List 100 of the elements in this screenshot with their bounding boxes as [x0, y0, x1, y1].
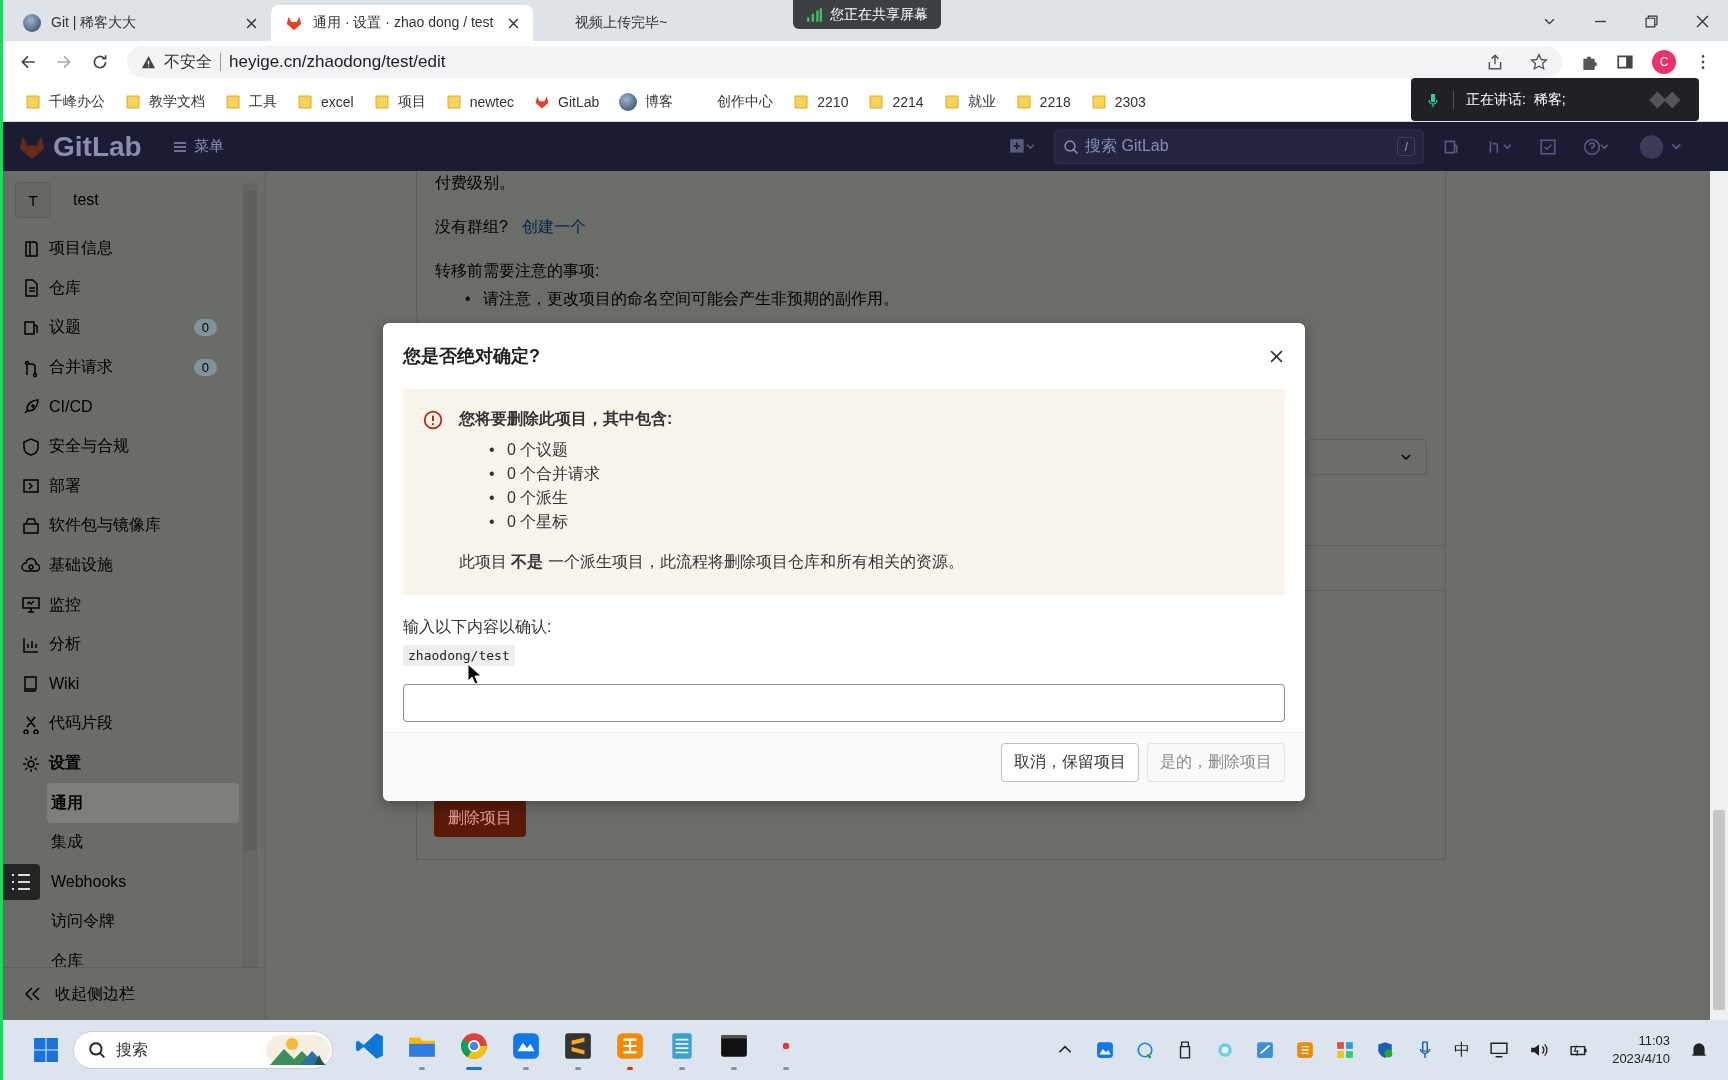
close-icon[interactable] [1270, 349, 1283, 363]
folder-icon [793, 94, 810, 110]
share-icon[interactable] [1486, 53, 1504, 71]
sidebar-item[interactable]: 安全与合规 [11, 426, 239, 467]
todo-icon[interactable] [1539, 137, 1557, 156]
bookmark[interactable]: 工具 [217, 89, 285, 115]
list-toggle-icon[interactable] [3, 864, 40, 900]
bookmark[interactable]: 博客 [611, 89, 682, 115]
sidebar-subitem[interactable]: 通用 [47, 783, 239, 823]
url-text: heyige.cn/zhaodong/test/edit [229, 52, 446, 72]
bookmark[interactable]: 就业 [935, 89, 1004, 115]
sidebar-item[interactable]: 仓库 [11, 268, 239, 309]
search-field[interactable]: 搜索 GitLab / [1054, 129, 1424, 164]
bullet: • [489, 440, 496, 460]
no-group-text: 没有群组? [435, 217, 508, 237]
folder-icon [225, 94, 241, 110]
confirm-input[interactable] [403, 684, 1285, 722]
input-method-indicator[interactable]: 中 [1448, 1039, 1477, 1061]
issue-icon [21, 318, 41, 338]
folder-icon [1015, 94, 1032, 110]
bullet: • [489, 488, 496, 508]
content-count: 0 个合并请求 [507, 464, 601, 484]
sidebar-item[interactable]: CI/CD [11, 387, 239, 427]
browser-tab[interactable]: 通用 · 设置 · zhao dong / test [271, 5, 533, 41]
plus-dropdown-icon[interactable] [1009, 137, 1036, 156]
search-icon [1063, 138, 1079, 155]
bullet: • [465, 289, 472, 309]
taskbar-search[interactable]: 搜索 [73, 1031, 333, 1069]
gitlab-logo[interactable]: GitLab [17, 130, 142, 163]
folder-icon [25, 94, 41, 110]
bullet: • [489, 464, 496, 484]
browser-icon[interactable] [459, 1030, 489, 1061]
folder-icon [297, 94, 313, 110]
bookmark[interactable]: excel [289, 90, 362, 114]
sidebar-item[interactable]: 基础设施 [11, 545, 239, 586]
sidebar-item[interactable]: 设置 [11, 743, 239, 784]
sidebar-item[interactable]: 部署 [11, 466, 239, 507]
code-editor-icon[interactable] [355, 1030, 385, 1061]
fox-icon [285, 14, 303, 32]
folder-icon [868, 94, 885, 110]
security-label: 不安全 [164, 51, 212, 72]
folder-icon [373, 94, 390, 110]
bookmark[interactable]: 2214 [860, 90, 932, 114]
bookmark[interactable]: 教学文档 [117, 89, 213, 115]
sidebar-item[interactable]: 合并请求 0 [11, 347, 239, 388]
shield-icon [21, 436, 41, 457]
close-icon[interactable] [246, 17, 257, 29]
sidebar-subitem[interactable]: 集成 [47, 822, 239, 863]
menu-button[interactable]: 菜单 [171, 137, 224, 156]
sidebar-subitem[interactable]: 访问令牌 [47, 902, 239, 942]
sidebar-item[interactable]: Wiki [11, 664, 239, 705]
settings-icon [21, 753, 41, 774]
monitor-icon [21, 595, 41, 616]
content-count: 0 个派生 [507, 488, 569, 508]
sidebar-item[interactable]: 议题 0 [11, 308, 239, 348]
address-bar[interactable]: 不安全 heyige.cn/zhaodong/test/edit [127, 46, 1562, 78]
package-icon [21, 515, 41, 536]
notes-app-icon[interactable] [615, 1030, 645, 1061]
bookmark[interactable]: 创作中心 [685, 89, 782, 115]
restore-icon[interactable] [1645, 15, 1658, 28]
browser-tab[interactable]: Git | 稀客大大 [9, 5, 271, 41]
delete-project-button[interactable]: 删除项目 [434, 800, 526, 837]
bookmark[interactable]: 2218 [1007, 90, 1079, 114]
bookmark[interactable]: 项目 [365, 89, 434, 115]
close-icon[interactable] [508, 17, 519, 29]
content-count: 0 个议题 [507, 440, 569, 460]
sidebar-item[interactable]: 软件包与镜像库 [11, 506, 239, 546]
bookmark[interactable]: 千峰办公 [17, 89, 113, 115]
bookmark[interactable]: GitLab [526, 90, 608, 114]
sidebar-item[interactable]: 项目信息 [11, 229, 239, 269]
alert-icon [423, 410, 443, 430]
editor-app-icon[interactable] [563, 1030, 593, 1061]
sidebar-item[interactable]: 监控 [11, 585, 239, 625]
mouse-cursor-icon [467, 663, 481, 685]
count-badge: 0 [193, 359, 217, 377]
bookmark[interactable]: 2210 [785, 90, 857, 114]
project-avatar: T [15, 182, 51, 218]
browser-tab[interactable]: 视频上传完毕~ [533, 5, 753, 41]
sidebar-item[interactable]: 代码片段 [11, 704, 239, 744]
project-name[interactable]: test [73, 191, 99, 209]
confirm-label: 输入以下内容以确认: [403, 617, 553, 637]
cancel-button[interactable]: 取消，保留项目 [1001, 743, 1139, 782]
folder-icon [1090, 94, 1107, 110]
scrollbar[interactable] [1710, 171, 1728, 1020]
count-badge: 0 [193, 319, 217, 337]
alert-heading: 您将要删除此项目，其中包含: [459, 409, 674, 429]
speaking-text: 正在讲话: 稀客; [1453, 90, 1635, 109]
profile-avatar[interactable]: C [1652, 50, 1676, 74]
bookmark[interactable]: newtec [437, 90, 523, 114]
sidebar-subitem[interactable]: Webhooks [47, 862, 239, 903]
close-icon[interactable] [1696, 15, 1709, 28]
sidebar-subitem[interactable]: 仓库 [47, 941, 239, 967]
paid-tier-text: 付费级别。 [435, 173, 516, 193]
photo-app-icon[interactable] [511, 1030, 541, 1061]
sidebar-item[interactable]: 分析 [11, 624, 239, 665]
clock[interactable]: 11:03 2023/4/10 [1602, 1032, 1676, 1068]
bookmark[interactable]: 2303 [1082, 90, 1154, 114]
star-icon[interactable] [1530, 53, 1548, 71]
search-icon [88, 1041, 106, 1059]
help-icon[interactable] [1583, 137, 1610, 156]
